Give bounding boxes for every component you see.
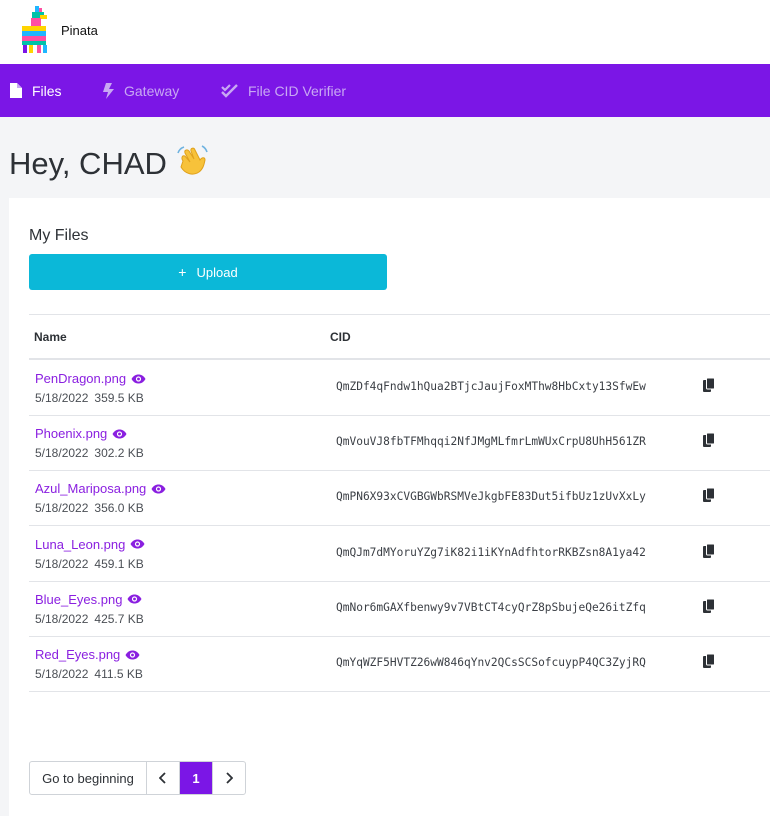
- file-cid: QmVouVJ8fbTFMhqqi2NfJMgMLfmrLmWUxCrpU8Uh…: [336, 435, 646, 449]
- file-size: 356.0 KB: [94, 501, 144, 516]
- file-date: 5/18/2022: [35, 446, 89, 461]
- nav-tab-label: Files: [32, 82, 62, 99]
- page-greeting: Hey, CHAD: [9, 143, 209, 185]
- page-number-button[interactable]: 1: [180, 762, 213, 794]
- table-row: Blue_Eyes.png 5/18/2022 425.7 KB QmNor6mGAX…: [29, 581, 770, 637]
- file-name-link[interactable]: Azul_Mariposa.png: [35, 481, 166, 496]
- table-row: Red_Eyes.png 5/18/2022 411.5 KB QmYqWZF5HVT…: [29, 636, 770, 692]
- previous-page-button[interactable]: [147, 762, 180, 794]
- chevron-left-icon: [159, 772, 166, 784]
- table-row: Phoenix.png 5/18/2022 302.2 KB QmVouVJ8fbTF…: [29, 415, 770, 472]
- copy-icon[interactable]: [703, 433, 715, 448]
- nav-tab-gateway[interactable]: Gateway: [103, 64, 179, 117]
- file-date: 5/18/2022: [35, 611, 89, 626]
- double-check-icon: [221, 83, 238, 98]
- file-name: Azul_Mariposa.png: [35, 481, 147, 497]
- file-size: 302.2 KB: [94, 446, 144, 461]
- nav-tab-files[interactable]: Files: [10, 64, 62, 117]
- eye-icon[interactable]: [130, 539, 145, 549]
- nav-tab-label: File CID Verifier: [248, 82, 347, 99]
- column-header-name[interactable]: Name: [34, 330, 67, 344]
- section-title: My Files: [29, 227, 89, 244]
- file-date: 5/18/2022: [35, 391, 89, 405]
- next-page-button[interactable]: [213, 762, 245, 794]
- nav-tab-cid-verifier[interactable]: File CID Verifier: [221, 64, 346, 117]
- bolt-icon: [103, 82, 114, 99]
- copy-icon[interactable]: [703, 543, 715, 558]
- copy-icon[interactable]: [703, 654, 715, 668]
- file-name: Blue_Eyes.png: [35, 591, 123, 607]
- upload-label: Upload: [196, 264, 238, 280]
- file-name-link[interactable]: Luna_Leon.png: [35, 537, 145, 552]
- copy-icon[interactable]: [703, 378, 715, 392]
- file-cid: QmPN6X93xCVGBGWbRSMVeJkgbFE83Dut5ifbUz1z…: [336, 490, 646, 504]
- file-name-link[interactable]: Red_Eyes.png: [35, 647, 140, 662]
- file-meta: 5/18/2022 359.5 KB: [35, 391, 144, 405]
- eye-icon[interactable]: [125, 650, 140, 660]
- file-date: 5/18/2022: [35, 667, 89, 681]
- pinata-logo[interactable]: [18, 6, 52, 54]
- file-size: 425.7 KB: [94, 611, 144, 626]
- file-cid: QmNor6mGAXfbenwy9v7VBtCT4cyQrZ8pSbujeQe2…: [336, 600, 646, 614]
- file-icon: [10, 83, 22, 98]
- file-name-link[interactable]: PenDragon.png: [35, 371, 146, 386]
- table-row: PenDragon.png 5/18/2022 359.5 KB QmZDf4qFnd…: [29, 360, 770, 416]
- chevron-right-icon: [226, 772, 233, 784]
- go-to-beginning-button[interactable]: Go to beginning: [30, 762, 147, 794]
- copy-icon[interactable]: [703, 598, 715, 613]
- file-date: 5/18/2022: [35, 556, 89, 571]
- plus-icon: +: [178, 264, 187, 280]
- pagination: Go to beginning 1: [29, 761, 246, 795]
- brand-name: Pinata: [61, 23, 98, 38]
- column-header-cid[interactable]: CID: [330, 330, 351, 344]
- file-meta: 5/18/2022 302.2 KB: [35, 446, 144, 460]
- file-name: Red_Eyes.png: [35, 647, 121, 662]
- file-size: 359.5 KB: [94, 391, 144, 405]
- file-meta: 5/18/2022 425.7 KB: [35, 612, 144, 626]
- file-name: Phoenix.png: [35, 426, 108, 442]
- top-bar: Pinata: [0, 0, 770, 64]
- greeting-text: Hey, CHAD: [9, 146, 167, 181]
- waving-hand-icon: [175, 143, 209, 185]
- table-row: Azul_Mariposa.png 5/18/2022 356.0 KB QmPN6X…: [29, 470, 770, 527]
- file-meta: 5/18/2022 459.1 KB: [35, 557, 144, 571]
- file-cid: QmQJm7dMYoruYZg7iK82i1iKYnAdfhtorRKBZsn8…: [336, 545, 646, 559]
- file-name: Luna_Leon.png: [35, 536, 126, 552]
- files-card: My Files + Upload Name CID PenDragon.png…: [9, 198, 770, 816]
- file-cid: QmZDf4qFndw1hQua2BTjcJaujFoxMThw8HbCxty1…: [336, 380, 646, 393]
- nav-tab-label: Gateway: [124, 82, 180, 99]
- eye-icon[interactable]: [112, 429, 127, 439]
- upload-button[interactable]: + Upload: [29, 254, 387, 290]
- copy-icon[interactable]: [703, 488, 715, 503]
- file-name: PenDragon.png: [35, 371, 127, 386]
- table-row: Luna_Leon.png 5/18/2022 459.1 KB QmQJm7dMYo…: [29, 526, 770, 582]
- file-name-link[interactable]: Blue_Eyes.png: [35, 592, 142, 607]
- main-nav: Files Gateway File CID Verifier: [0, 64, 770, 117]
- file-size: 411.5 KB: [94, 667, 143, 681]
- eye-icon[interactable]: [127, 594, 142, 604]
- table-divider: [29, 314, 770, 315]
- file-meta: 5/18/2022 411.5 KB: [35, 667, 143, 681]
- file-date: 5/18/2022: [35, 501, 89, 516]
- file-meta: 5/18/2022 356.0 KB: [35, 501, 144, 515]
- eye-icon[interactable]: [151, 484, 166, 494]
- file-name-link[interactable]: Phoenix.png: [35, 426, 127, 441]
- eye-icon[interactable]: [131, 374, 146, 384]
- file-size: 459.1 KB: [94, 556, 144, 571]
- file-cid: QmYqWZF5HVTZ26wW846qYnv2QCsSCSofcuypP4QC…: [336, 656, 646, 669]
